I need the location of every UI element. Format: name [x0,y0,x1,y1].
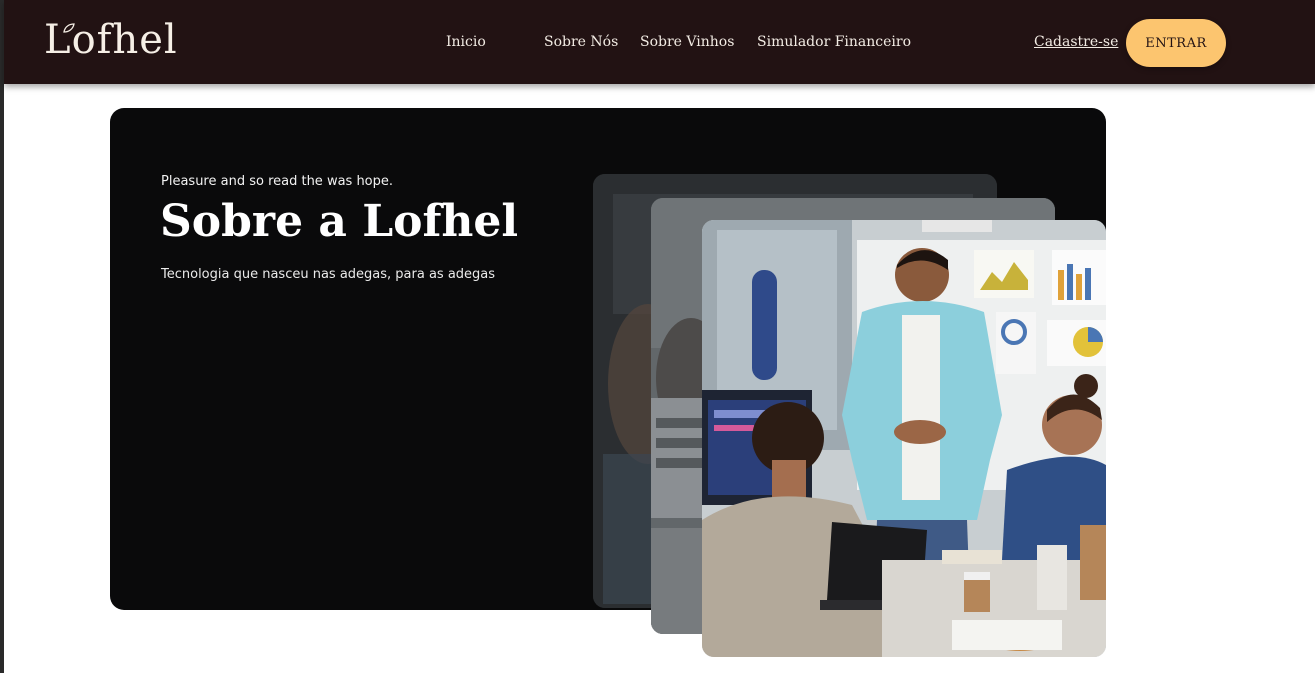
leaf-icon [63,23,75,33]
page-title: Sobre a Lofhel [160,196,519,247]
nav-item-sobre-nos[interactable]: Sobre Nós [544,34,618,50]
nav-item-simulador-financeiro[interactable]: Simulador Financeiro [757,34,911,50]
hero-photo [702,220,1106,657]
nav-item-inicio[interactable]: Inicio [446,34,486,50]
window-edge [0,0,4,673]
hero-subtitle: Tecnologia que nasceu nas adegas, para a… [161,267,496,282]
nav-item-sobre-vinhos[interactable]: Sobre Vinhos [640,34,734,50]
signup-link[interactable]: Cadastre-se [1034,34,1118,50]
enter-button[interactable]: ENTRAR [1126,19,1226,67]
site-header: Lofhel Inicio Sobre Nós Sobre Vinhos Sim… [4,0,1315,84]
hero-eyebrow: Pleasure and so read the was hope. [161,174,394,189]
